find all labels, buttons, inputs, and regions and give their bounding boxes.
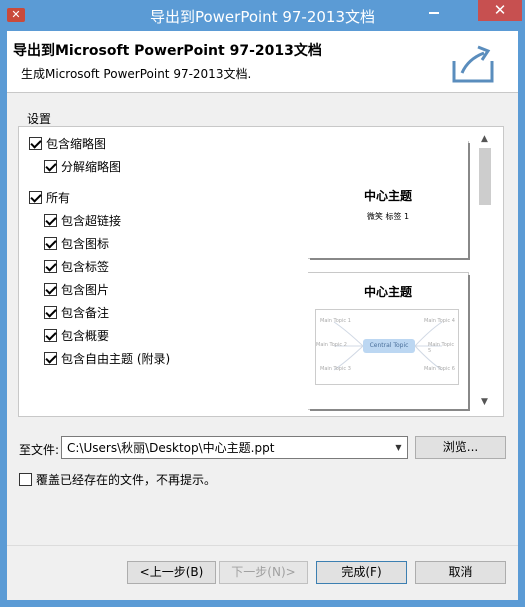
- checkbox-include-notes[interactable]: [44, 305, 57, 319]
- chevron-down-icon[interactable]: ▼: [390, 437, 407, 458]
- checkbox-all[interactable]: [29, 190, 42, 204]
- option-label: 包含缩略图: [46, 136, 107, 151]
- option-label: 包含自由主题 (附录): [61, 351, 171, 366]
- slide-preview[interactable]: 中心主题 微笑 标签 1 中心主题 Central Topic Main Top…: [308, 141, 470, 413]
- preview-slide-1: 中心主题 微笑 标签 1: [308, 141, 468, 258]
- option-split-thumbnails[interactable]: 分解缩略图: [44, 158, 121, 174]
- wizard-header: 导出到Microsoft PowerPoint 97-2013文档 生成Micr…: [7, 31, 518, 93]
- checkbox-include-thumbnails[interactable]: [29, 136, 42, 150]
- overwrite-label: 覆盖已经存在的文件，不再提示。: [36, 472, 217, 487]
- next-button[interactable]: 下一步(N)>: [219, 561, 308, 584]
- export-dialog-window: ✕ 导出到PowerPoint 97-2013文档 ✕ 导出到Microsoft…: [0, 0, 525, 607]
- checkbox-overwrite[interactable]: [19, 472, 32, 486]
- mind-map-thumbnail: Central Topic Main Topic 1 Main Topic 2 …: [315, 309, 459, 385]
- option-label: 包含超链接: [61, 213, 122, 228]
- main-topic-node: Main Topic 1: [320, 318, 351, 324]
- preview-scrollbar[interactable]: ▲ ▼: [476, 131, 493, 411]
- checkbox-include-labels[interactable]: [44, 259, 57, 273]
- slide-subtitle: 微笑 标签 1: [366, 212, 410, 221]
- header-title: 导出到Microsoft PowerPoint 97-2013文档: [13, 43, 322, 59]
- option-include-summary[interactable]: 包含概要: [44, 327, 109, 343]
- finish-button[interactable]: 完成(F): [316, 561, 407, 584]
- file-path-label: 至文件:: [19, 443, 60, 457]
- dialog-body: 导出到Microsoft PowerPoint 97-2013文档 生成Micr…: [7, 31, 518, 600]
- footer-divider: [7, 545, 518, 546]
- overwrite-option[interactable]: 覆盖已经存在的文件，不再提示。: [19, 471, 216, 487]
- main-topic-node: Main Topic 2: [316, 342, 347, 348]
- option-label: 包含备注: [61, 305, 110, 320]
- option-label: 包含图标: [61, 236, 110, 251]
- slide-title: 中心主题: [363, 189, 412, 203]
- cancel-button[interactable]: 取消: [415, 561, 506, 584]
- scroll-up-icon[interactable]: ▲: [476, 131, 493, 148]
- main-topic-node: Main Topic 5: [428, 342, 455, 354]
- preview-slide-2: 中心主题 Central Topic Main Topic 1 Main Top…: [308, 273, 468, 409]
- title-bar[interactable]: ✕ 导出到PowerPoint 97-2013文档 ✕: [0, 0, 525, 31]
- checkbox-split-thumbnails[interactable]: [44, 159, 57, 173]
- close-icon[interactable]: ✕: [478, 0, 522, 21]
- file-path-combobox[interactable]: C:\Users\秋丽\Desktop\中心主题.ppt ▼: [61, 436, 408, 459]
- option-label: 所有: [46, 190, 71, 205]
- option-include-thumbnails[interactable]: 包含缩略图: [29, 135, 106, 151]
- main-topic-node: Main Topic 4: [424, 318, 455, 324]
- option-label: 包含标签: [61, 259, 110, 274]
- main-topic-node: Main Topic 6: [424, 366, 455, 372]
- option-include-images[interactable]: 包含图片: [44, 281, 109, 297]
- export-icon: [452, 45, 494, 83]
- scroll-down-icon[interactable]: ▼: [476, 394, 493, 411]
- file-path-value[interactable]: C:\Users\秋丽\Desktop\中心主题.ppt: [62, 439, 274, 456]
- option-include-floating-topics[interactable]: 包含自由主题 (附录): [44, 350, 170, 366]
- browse-button[interactable]: 浏览...: [415, 436, 506, 459]
- settings-group-label: 设置: [27, 112, 52, 126]
- back-button[interactable]: <上一步(B): [127, 561, 216, 584]
- main-topic-node: Main Topic 3: [320, 366, 351, 372]
- checkbox-include-images[interactable]: [44, 282, 57, 296]
- option-include-notes[interactable]: 包含备注: [44, 304, 109, 320]
- checkbox-include-floating-topics[interactable]: [44, 351, 57, 365]
- option-label: 包含图片: [61, 282, 110, 297]
- option-all[interactable]: 所有: [29, 189, 70, 205]
- header-subtitle: 生成Microsoft PowerPoint 97-2013文档.: [21, 67, 252, 81]
- option-include-labels[interactable]: 包含标签: [44, 258, 109, 274]
- checkbox-include-icons[interactable]: [44, 236, 57, 250]
- option-include-icons[interactable]: 包含图标: [44, 235, 109, 251]
- option-include-hyperlinks[interactable]: 包含超链接: [44, 212, 121, 228]
- option-label: 包含概要: [61, 328, 110, 343]
- option-label: 分解缩略图: [61, 159, 122, 174]
- checkbox-include-summary[interactable]: [44, 328, 57, 342]
- minimize-icon[interactable]: [420, 0, 448, 21]
- slide-title: 中心主题: [363, 285, 412, 299]
- scroll-thumb[interactable]: [479, 148, 491, 205]
- central-topic-node: Central Topic: [363, 339, 415, 353]
- checkbox-include-hyperlinks[interactable]: [44, 213, 57, 227]
